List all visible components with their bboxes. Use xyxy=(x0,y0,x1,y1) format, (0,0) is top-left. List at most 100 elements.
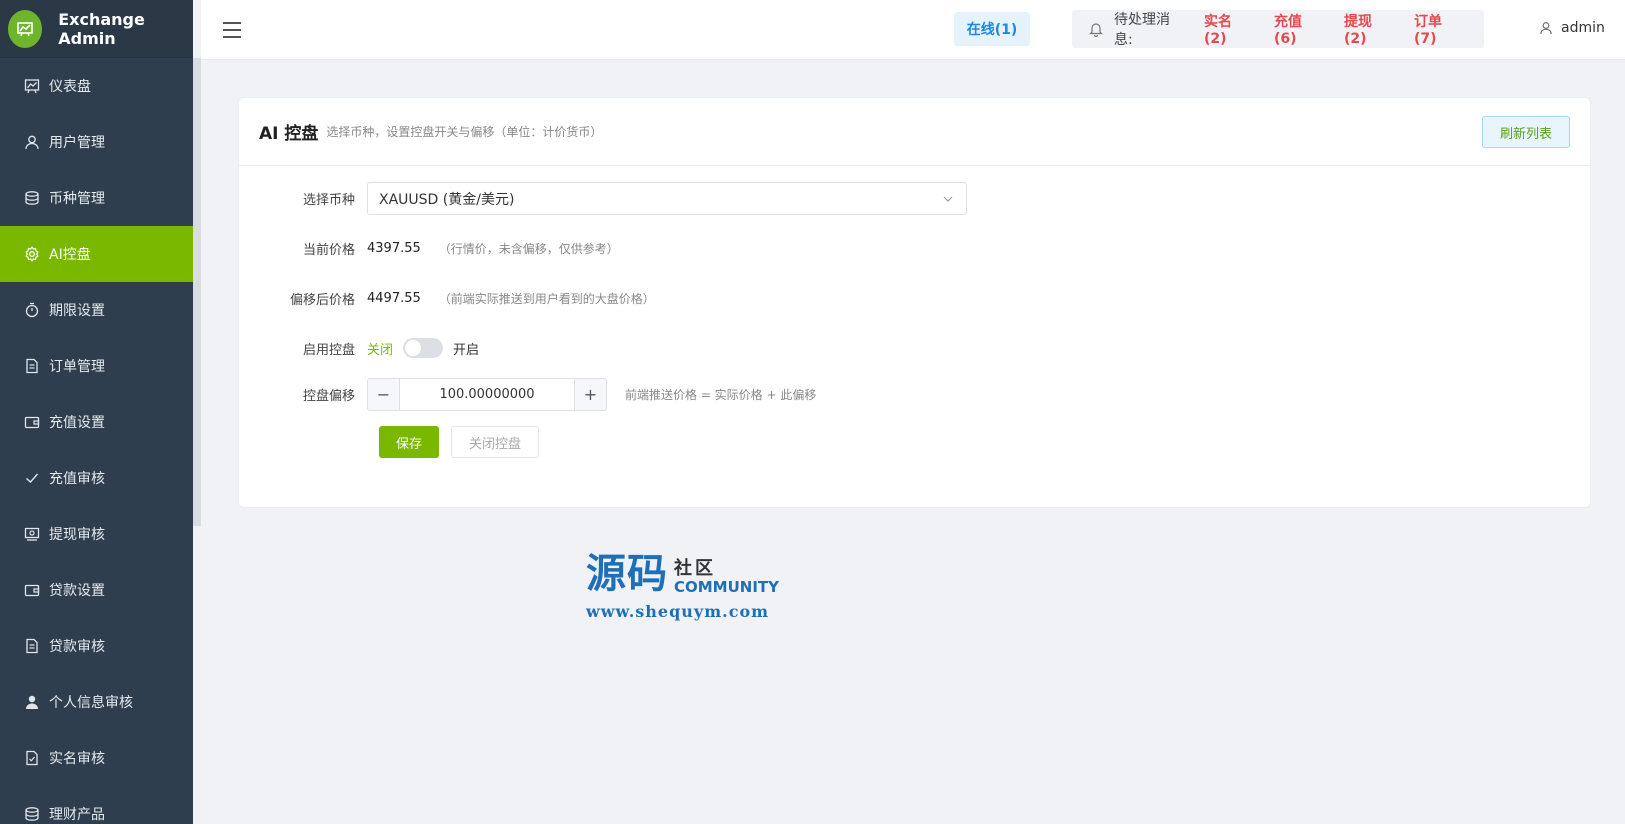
watermark-en: COMMUNITY xyxy=(674,578,780,596)
current-price-value: 4397.55 xyxy=(367,241,421,256)
sidebar-item-label: 期限设置 xyxy=(49,303,105,319)
sidebar-item-users[interactable]: 用户管理 xyxy=(0,114,193,170)
sidebar-item-label: 用户管理 xyxy=(49,135,105,151)
sidebar-item-label: 币种管理 xyxy=(49,191,105,207)
current-price-label: 当前价格 xyxy=(302,243,355,258)
user-icon xyxy=(24,134,40,150)
sidebar-item-coins[interactable]: 币种管理 xyxy=(0,170,193,226)
ai-control-card: AI 控盘 选择币种，设置控盘开关与偏移（单位：计价货币） 刷新列表 选择币种 … xyxy=(238,97,1591,508)
sidebar-item-label: 贷款审核 xyxy=(49,639,105,655)
watermark-url: www.shequym.com xyxy=(586,602,770,621)
switch-off-text: 关闭 xyxy=(367,342,394,358)
sidebar-item-withdraw-review[interactable]: 提现审核 xyxy=(0,506,193,562)
symbol-row: 选择币种 XAUUSD (黄金/美元) xyxy=(239,182,967,215)
money-icon xyxy=(24,526,40,542)
user-menu[interactable]: admin xyxy=(1539,20,1605,36)
offset-row: 控盘偏移 − + 前端推送价格 = 实际价格 + 此偏移 xyxy=(239,378,816,411)
sidebar-item-realname-review[interactable]: 实名审核 xyxy=(0,730,193,786)
sidebar-item-label: 实名审核 xyxy=(49,751,105,767)
sidebar-item-label: 贷款设置 xyxy=(49,583,105,599)
sidebar-scrollbar[interactable] xyxy=(193,58,201,526)
coins-icon xyxy=(24,806,40,822)
chevron-down-icon xyxy=(942,193,954,205)
sidebar-item-label: 个人信息审核 xyxy=(49,695,133,711)
symbol-selected-value: XAUUSD (黄金/美元) xyxy=(379,191,515,208)
offset-input[interactable] xyxy=(400,379,574,410)
sidebar-item-label: 理财产品 xyxy=(49,807,105,823)
decrement-button[interactable]: − xyxy=(368,379,400,410)
sidebar-item-label: 仪表盘 xyxy=(49,79,91,95)
pending-withdraw-link[interactable]: 提现(2) xyxy=(1344,11,1390,47)
symbol-label: 选择币种 xyxy=(302,193,355,208)
coins-icon xyxy=(24,190,40,206)
brand-logo-icon xyxy=(8,9,43,48)
menu-toggle-icon[interactable] xyxy=(223,22,241,38)
brand-title: Exchange Admin xyxy=(58,9,145,48)
offset-price-label: 偏移后价格 xyxy=(289,293,355,308)
refresh-list-button[interactable]: 刷新列表 xyxy=(1482,116,1570,148)
username: admin xyxy=(1561,20,1605,36)
watermark-logo: 源码 社区 COMMUNITY www.shequym.com xyxy=(586,550,780,622)
current-price-hint: （行情价，未含偏移，仅供参考） xyxy=(438,242,619,256)
card-header: AI 控盘 选择币种，设置控盘开关与偏移（单位：计价货币） 刷新列表 xyxy=(239,98,1590,166)
sidebar-item-label: 充值设置 xyxy=(49,415,105,431)
sidebar-item-label: 订单管理 xyxy=(49,359,105,375)
increment-button[interactable]: + xyxy=(574,379,606,410)
pending-label: 待处理消息: xyxy=(1114,12,1170,48)
page-subtitle: 选择币种，设置控盘开关与偏移（单位：计价货币） xyxy=(326,125,603,139)
wallet-icon xyxy=(24,582,40,598)
online-badge[interactable]: 在线(1) xyxy=(954,12,1030,46)
document-icon xyxy=(24,638,40,654)
top-header: 在线(1) 待处理消息: 实名(2) 充值(6) 提现(2) 订单(7) adm… xyxy=(201,0,1625,60)
doc-check-icon xyxy=(24,750,40,766)
sidebar-menu: 仪表盘 用户管理 币种管理 AI控盘 期限设置 订单管理 充值设置 充值审核 提… xyxy=(0,58,193,824)
offset-hint: 前端推送价格 = 实际价格 + 此偏移 xyxy=(625,388,817,402)
sidebar-item-term-settings[interactable]: 期限设置 xyxy=(0,282,193,338)
sidebar-item-recharge-review[interactable]: 充值审核 xyxy=(0,450,193,506)
wallet-icon xyxy=(24,414,40,430)
sidebar-item-ai-control[interactable]: AI控盘 xyxy=(0,226,193,282)
sidebar-item-label: 提现审核 xyxy=(49,527,105,543)
offset-price-row: 偏移后价格 4497.55 （前端实际推送到用户看到的大盘价格） xyxy=(239,289,655,308)
enable-control-toggle[interactable] xyxy=(403,338,444,358)
sidebar-item-loan-settings[interactable]: 贷款设置 xyxy=(0,562,193,618)
save-button[interactable]: 保存 xyxy=(379,426,439,458)
offset-label: 控盘偏移 xyxy=(302,389,355,404)
gear-icon xyxy=(24,246,40,262)
offset-price-value: 4497.55 xyxy=(367,291,421,306)
bell-icon xyxy=(1088,21,1104,37)
timer-icon xyxy=(24,302,40,318)
sidebar-item-wealth-products[interactable]: 理财产品 xyxy=(0,786,193,824)
enable-row: 启用控盘 关闭 开启 xyxy=(239,338,479,358)
pending-orders-link[interactable]: 订单(7) xyxy=(1414,11,1460,47)
sidebar-item-loan-review[interactable]: 贷款审核 xyxy=(0,618,193,674)
sidebar-item-label: 充值审核 xyxy=(49,471,105,487)
sidebar-item-recharge-settings[interactable]: 充值设置 xyxy=(0,394,193,450)
dashboard-icon xyxy=(24,78,40,94)
user-icon xyxy=(1539,21,1553,35)
symbol-select[interactable]: XAUUSD (黄金/美元) xyxy=(367,182,967,215)
sidebar-item-orders[interactable]: 订单管理 xyxy=(0,338,193,394)
page-title: AI 控盘 xyxy=(259,124,319,144)
pending-realname-link[interactable]: 实名(2) xyxy=(1204,11,1250,47)
offset-stepper: − + xyxy=(367,378,607,411)
pending-messages: 待处理消息: 实名(2) 充值(6) 提现(2) 订单(7) xyxy=(1072,10,1484,48)
current-price-row: 当前价格 4397.55 （行情价，未含偏移，仅供参考） xyxy=(239,239,619,258)
toggle-knob xyxy=(405,340,422,356)
close-control-button[interactable]: 关闭控盘 xyxy=(451,426,539,458)
check-icon xyxy=(24,470,40,486)
document-icon xyxy=(24,358,40,374)
sidebar: Exchange Admin 仪表盘 用户管理 币种管理 AI控盘 期限设置 订… xyxy=(0,0,193,824)
person-icon xyxy=(24,694,40,710)
pending-recharge-link[interactable]: 充值(6) xyxy=(1274,11,1320,47)
switch-on-text: 开启 xyxy=(453,342,480,358)
offset-price-hint: （前端实际推送到用户看到的大盘价格） xyxy=(438,292,655,306)
action-row: 保存 关闭控盘 xyxy=(379,426,539,458)
brand[interactable]: Exchange Admin xyxy=(0,0,193,58)
watermark-cn: 社区 xyxy=(674,558,716,579)
sidebar-item-label: AI控盘 xyxy=(49,247,91,263)
watermark-main: 源码 xyxy=(586,550,668,597)
enable-label: 启用控盘 xyxy=(302,342,355,358)
sidebar-item-dashboard[interactable]: 仪表盘 xyxy=(0,58,193,114)
sidebar-item-profile-review[interactable]: 个人信息审核 xyxy=(0,674,193,730)
